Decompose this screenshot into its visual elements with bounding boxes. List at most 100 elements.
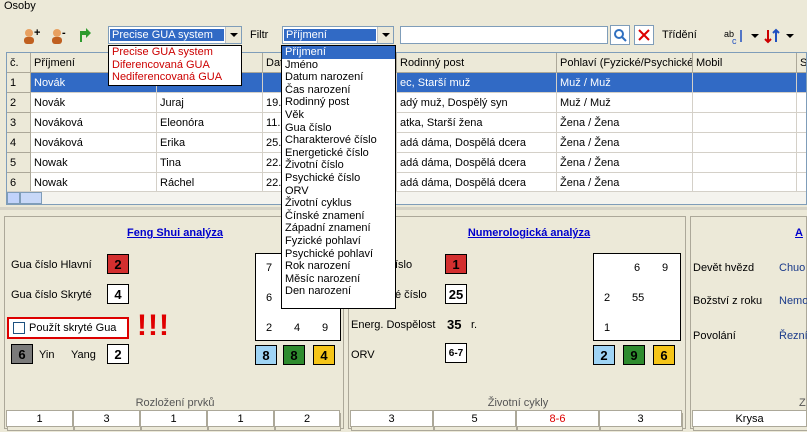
cell-surname[interactable]: Novák xyxy=(31,93,157,113)
cell-post[interactable]: adá dáma, Dospělá dcera xyxy=(397,133,557,153)
chevron-down-icon[interactable] xyxy=(751,34,759,38)
cell-sex[interactable]: Žena / Žena xyxy=(557,133,693,153)
cell-name[interactable]: Ráchel xyxy=(157,173,263,193)
splitter[interactable] xyxy=(0,207,807,210)
grid-header-extra[interactable]: S xyxy=(797,53,806,73)
gua-option[interactable]: Diferencovaná GUA xyxy=(109,59,241,72)
grid-header-mobile[interactable]: Mobil xyxy=(693,53,797,73)
table-row[interactable]: 6 Nowak Ráchel 22. adá dáma, Dospělá dcera Že… xyxy=(7,173,806,193)
scroll-thumb[interactable] xyxy=(20,192,42,204)
cell-mobile[interactable] xyxy=(693,73,797,93)
table-row[interactable]: 4 Nováková Erika 25. adá dáma, Dospělá dcera… xyxy=(7,133,806,153)
cell-name[interactable]: Erika xyxy=(157,133,263,153)
table-row[interactable]: 3 Nováková Eleonóra 11. atka, Starší žena Žen… xyxy=(7,113,806,133)
filter-option[interactable]: Životní číslo xyxy=(282,159,395,172)
filter-option[interactable]: Měsíc narození xyxy=(282,273,395,286)
astrology-title[interactable]: A xyxy=(795,227,803,239)
row-number[interactable]: 1 xyxy=(7,73,31,93)
filter-option[interactable]: ORV xyxy=(282,185,395,198)
cell-extra[interactable] xyxy=(797,93,806,113)
horizontal-scrollbar[interactable] xyxy=(7,191,806,204)
cell-extra[interactable] xyxy=(797,73,806,93)
cell-sex[interactable]: Žena / Žena xyxy=(557,153,693,173)
cell-extra[interactable] xyxy=(797,133,806,153)
cell-surname[interactable]: Nowak xyxy=(31,173,157,193)
search-icon[interactable] xyxy=(610,25,630,45)
table-row[interactable]: 5 Nowak Tina 22. adá dáma, Dospělá dcera Žena… xyxy=(7,153,806,173)
filter-option[interactable]: Západní znamení xyxy=(282,222,395,235)
cell-mobile[interactable] xyxy=(693,93,797,113)
gua-option[interactable]: Nediferencovaná GUA xyxy=(109,71,241,84)
fengshui-title[interactable]: Feng Shui analýza xyxy=(75,227,275,239)
row-number[interactable]: 6 xyxy=(7,173,31,193)
row-number[interactable]: 3 xyxy=(7,113,31,133)
use-hidden-gua-checkbox[interactable]: Použít skryté Gua xyxy=(7,317,129,339)
gua-system-select[interactable]: Precise GUA system xyxy=(108,26,242,44)
cell-surname[interactable]: Nováková xyxy=(31,113,157,133)
checkbox-box[interactable] xyxy=(13,322,25,334)
filter-option[interactable]: Rodinný post xyxy=(282,96,395,109)
cell-mobile[interactable] xyxy=(693,133,797,153)
filter-option[interactable]: Psychické číslo xyxy=(282,172,395,185)
filter-option[interactable]: Energetické číslo xyxy=(282,147,395,160)
grid-header-post[interactable]: Rodinný post xyxy=(397,53,557,73)
cell-sex[interactable]: Žena / Žena xyxy=(557,173,693,193)
square-cell: 55 xyxy=(632,292,645,304)
refresh-icon[interactable] xyxy=(74,26,96,46)
filter-select[interactable]: Příjmení xyxy=(282,26,394,44)
filter-option[interactable]: Fyzické pohlaví xyxy=(282,235,395,248)
gua-option[interactable]: Precise GUA system xyxy=(109,46,241,59)
cell-sex[interactable]: Muž / Muž xyxy=(557,73,693,93)
grid-header-num[interactable]: č. xyxy=(7,53,31,73)
filter-option[interactable]: Charakterové číslo xyxy=(282,134,395,147)
cell-surname[interactable]: Nowak xyxy=(31,153,157,173)
row-number[interactable]: 4 xyxy=(7,133,31,153)
cell-sex[interactable]: Žena / Žena xyxy=(557,113,693,133)
grid-header-sex[interactable]: Pohlaví (Fyzické/Psychické) xyxy=(557,53,693,73)
filter-option[interactable]: Věk xyxy=(282,109,395,122)
row-number[interactable]: 2 xyxy=(7,93,31,113)
filter-option[interactable]: Čas narození xyxy=(282,84,395,97)
filter-option[interactable]: Psychické pohlaví xyxy=(282,248,395,261)
remove-person-icon[interactable]: - xyxy=(48,26,70,46)
filter-option[interactable]: Životní cyklus xyxy=(282,197,395,210)
filter-option[interactable]: Gua číslo xyxy=(282,122,395,135)
cell-name[interactable]: Juraj xyxy=(157,93,263,113)
row-number[interactable]: 5 xyxy=(7,153,31,173)
cell-name[interactable]: Eleonóra xyxy=(157,113,263,133)
cell-mobile[interactable] xyxy=(693,153,797,173)
filter-option[interactable]: Rok narození xyxy=(282,260,395,273)
filter-option[interactable]: Den narození xyxy=(282,285,395,298)
filter-option[interactable]: Jméno xyxy=(282,59,395,72)
cell-post[interactable]: adá dáma, Dospělá dcera xyxy=(397,153,557,173)
sort-alpha-icon[interactable]: ab c xyxy=(724,26,746,46)
cell-post[interactable]: adý muž, Dospělý syn xyxy=(397,93,557,113)
filter-option[interactable]: Datum narození xyxy=(282,71,395,84)
cell-name[interactable]: Tina xyxy=(157,153,263,173)
cell-post[interactable]: adá dáma, Dospělá dcera xyxy=(397,173,557,193)
cell-mobile[interactable] xyxy=(693,113,797,133)
filter-option[interactable]: Čínské znamení xyxy=(282,210,395,223)
cell-extra[interactable] xyxy=(797,173,806,193)
filter-option[interactable]: Příjmení xyxy=(282,46,395,59)
add-person-icon[interactable]: + xyxy=(20,26,42,46)
numerology-title[interactable]: Numerologická analýza xyxy=(419,227,639,239)
cell-sex[interactable]: Muž / Muž xyxy=(557,93,693,113)
search-input[interactable] xyxy=(400,26,608,44)
group-title: Osoby xyxy=(4,0,36,12)
chevron-down-icon[interactable] xyxy=(786,34,794,38)
table-row[interactable]: 2 Novák Juraj 19. adý muž, Dospělý syn Muž / … xyxy=(7,93,806,113)
cell-post[interactable]: atka, Starší žena xyxy=(397,113,557,133)
cell-extra[interactable] xyxy=(797,153,806,173)
cell-surname[interactable]: Nováková xyxy=(31,133,157,153)
cell-extra[interactable] xyxy=(797,113,806,133)
cell-post[interactable]: ec, Starší muž xyxy=(397,73,557,93)
scroll-left-icon[interactable] xyxy=(7,192,20,204)
chevron-down-icon[interactable] xyxy=(225,27,241,43)
gua-system-dropdown[interactable]: Precise GUA system Diferencovaná GUA Ned… xyxy=(108,45,242,86)
sort-order-icon[interactable] xyxy=(762,26,784,46)
chevron-down-icon[interactable] xyxy=(377,27,393,43)
filter-dropdown[interactable]: Příjmení Jméno Datum narození Čas narození R… xyxy=(281,45,396,309)
clear-icon[interactable] xyxy=(634,25,654,45)
cell-mobile[interactable] xyxy=(693,173,797,193)
